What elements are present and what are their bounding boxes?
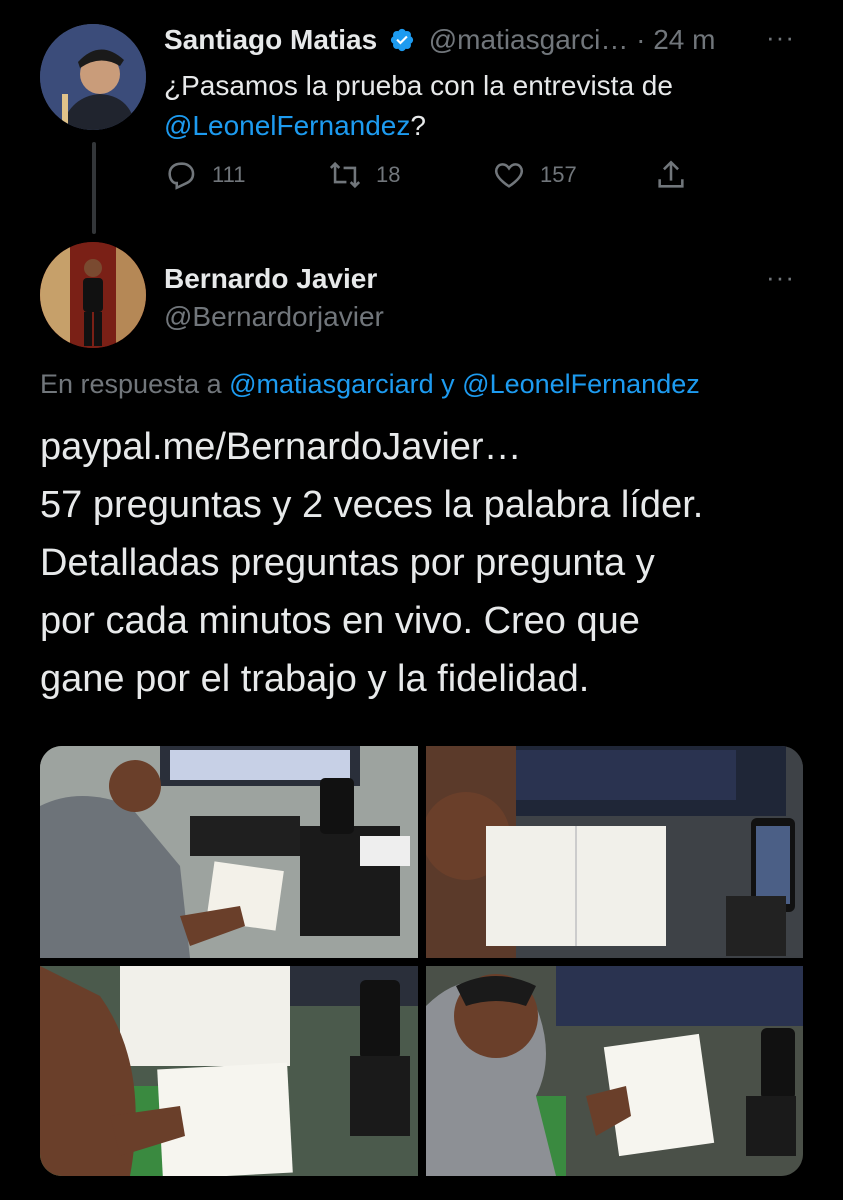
- more-icon[interactable]: ···: [766, 262, 795, 293]
- body-line-4: gane por el trabajo y la fidelidad.: [40, 658, 590, 700]
- body-line-1: 57 preguntas y 2 veces la palabra líder.: [40, 484, 704, 526]
- more-icon[interactable]: ···: [766, 22, 795, 53]
- photo-3-image: [40, 966, 418, 1176]
- verified-badge-icon: [389, 26, 415, 62]
- reply-button[interactable]: 111: [164, 158, 245, 192]
- share-icon: [658, 160, 684, 188]
- reply-context-and: y: [441, 369, 455, 399]
- photo-2-image: [426, 746, 803, 958]
- like-icon: [494, 163, 524, 188]
- body-line-2: Detalladas preguntas por pregunta y: [40, 542, 655, 584]
- tweet1-text-prefix: ¿Pasamos la prueba con la entrevista de: [164, 70, 673, 101]
- avatar-santiago[interactable]: [40, 24, 146, 130]
- tweet1-separator: ·: [636, 24, 646, 55]
- retweet-icon: [329, 161, 361, 189]
- tweet2-author-name[interactable]: Bernardo Javier: [164, 262, 377, 296]
- body-line-3: por cada minutos en vivo. Creo que: [40, 600, 640, 642]
- avatar-bernardo[interactable]: [40, 242, 146, 348]
- photo-2[interactable]: [426, 746, 803, 958]
- avatar-bernardo-image: [40, 242, 146, 348]
- photo-4[interactable]: [426, 966, 803, 1176]
- reply-icon: [168, 162, 195, 190]
- photo-1[interactable]: [40, 746, 418, 958]
- tweet1-text: ¿Pasamos la prueba con la entrevista de …: [164, 66, 804, 146]
- tweet1-header: Santiago Matias @matiasgarci… · 24 m: [164, 22, 715, 62]
- reply-count: 111: [212, 162, 246, 187]
- retweet-count: 18: [376, 162, 401, 187]
- paypal-link[interactable]: paypal.me/BernardoJavier…: [40, 418, 820, 476]
- tweet1-handle[interactable]: @matiasgarci…: [429, 24, 629, 55]
- tweet1-author-name[interactable]: Santiago Matias: [164, 24, 377, 55]
- avatar-santiago-image: [40, 24, 146, 130]
- photo-4-image: [426, 966, 803, 1176]
- reply-mention-leonel[interactable]: @LeonelFernandez: [462, 369, 700, 399]
- photo-1-image: [40, 746, 418, 958]
- reply-context-prefix: En respuesta a: [40, 369, 222, 399]
- retweet-button[interactable]: 18: [328, 158, 400, 192]
- thread-connector: [92, 142, 96, 234]
- share-button[interactable]: [654, 158, 688, 192]
- like-count: 157: [540, 162, 577, 187]
- tweet1-mention[interactable]: @LeonelFernandez: [164, 110, 410, 141]
- tweet1-time[interactable]: 24 m: [653, 24, 715, 55]
- photo-3[interactable]: [40, 966, 418, 1176]
- reply-context: En respuesta a @matiasgarciard y @Leonel…: [40, 366, 700, 402]
- like-button[interactable]: 157: [492, 158, 577, 192]
- reply-mention-matias[interactable]: @matiasgarciard: [229, 369, 433, 399]
- tweet2-handle[interactable]: @Bernardorjavier: [164, 300, 384, 334]
- tweet1-text-suffix: ?: [410, 110, 426, 141]
